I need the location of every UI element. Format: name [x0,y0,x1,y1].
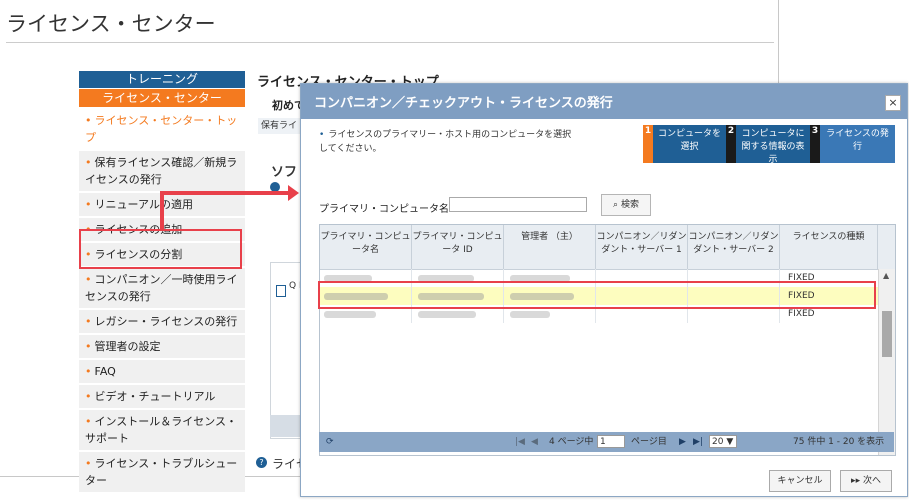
page-size-select[interactable]: 20 ▼ [709,435,737,448]
next-page-icon[interactable]: ▶ [679,435,686,449]
sidebar-item-companion[interactable]: • コンパニオン／一時使用ライセンスの発行 [79,268,245,308]
sidebar-item-label: コンパニオン／一時使用ライセンスの発行 [85,273,238,303]
next-button[interactable]: ▸▸ 次へ [840,470,892,492]
sidebar-item-label: ビデオ・チュートリアル [94,390,216,403]
step-label: ライセンスの発行 [826,129,889,152]
step-computer-info: 2 コンピュータに関する情報の表示 [726,125,810,165]
step-issue-license: 3 ライセンスの発行 [810,125,895,163]
page-title: ライセンス・センター [6,12,216,36]
close-icon[interactable]: × [885,95,901,111]
page-number-input[interactable]: 1 [597,435,625,448]
redacted-value [418,311,476,318]
wizard-steps: 1 コンピュータを選択 2 コンピュータに関する情報の表示 3 ライセンスの発行 [643,125,895,165]
bullet-icon: • [85,198,92,211]
pager-summary: 75 件中 1 - 20 を表示 [793,437,885,447]
scroll-up-icon[interactable]: ▲ [883,271,889,280]
sidebar-item-video[interactable]: • ビデオ・チュートリアル [79,385,245,408]
search-label: プライマリ・コンピュータ名 [319,204,449,215]
sidebar-item-admin[interactable]: • 管理者の設定 [79,335,245,358]
computer-grid: プライマリ・コンピュータ名 プライマリ・コンピュータ ID 管理者 （主） コン… [319,224,896,456]
sidebar-item-owned-licenses[interactable]: • 保有ライセンス確認／新規ライセンスの発行 [79,151,245,191]
step-label: コンピュータを選択 [657,129,721,152]
grid-vertical-scrollbar[interactable]: ▲ ▼ [878,269,895,455]
bullet-icon: • [85,315,92,328]
sidebar-item-top[interactable]: • ライセンス・センター・トップ [79,109,245,149]
help-icon[interactable]: ? [256,457,267,468]
sidebar-item-faq[interactable]: • FAQ [79,360,245,383]
scrollbar-thumb[interactable] [882,311,892,357]
prev-page-icon[interactable]: ◀ [531,435,538,449]
sidebar-nav: トレーニング ライセンス・センター • ライセンス・センター・トップ • 保有ライセ… [79,71,245,492]
instruction-label: ライセンスのプライマリー・ホスト用のコンピュータを選択してください。 [319,130,572,154]
sidebar-item-label: ライセンス・トラブルシューター [85,457,238,487]
bullet-icon: • [85,273,92,286]
bullet-icon: • [85,114,92,127]
column-header[interactable]: コンパニオン／リダンダント・サーバー 2 [688,225,780,269]
redacted-value [510,311,550,318]
step-number: 1 [643,125,653,163]
column-header[interactable]: ライセンスの種類 [780,225,878,269]
annotation-arrow-head [288,185,299,201]
sidebar-item-label: インストール＆ライセンス・サポート [85,415,238,445]
annotation-arrow-shaft [160,191,290,195]
instruction-text: • ライセンスのプライマリー・ホスト用のコンピュータを選択してください。 [319,128,579,156]
sidebar-header-license-center[interactable]: ライセンス・センター [79,89,245,107]
highlight-outline-selected-row [318,281,876,309]
annotation-arrow-stem [160,193,164,231]
sidebar-header-training[interactable]: トレーニング [79,71,245,88]
sidebar-item-label: FAQ [94,365,116,378]
step-number: 2 [726,125,736,163]
page-suffix: ページ目 [631,437,667,447]
last-page-icon[interactable]: ▶| [693,435,703,449]
sidebar-item-label: リニューアルの適用 [94,198,193,211]
divider [6,42,774,43]
grid-pager: ⟳ |◀ ◀ 4 ページ中 1 ページ目 ▶ ▶| 20 ▼ 75 件中 1 -… [319,432,894,452]
step-number: 3 [810,125,820,163]
highlight-outline-sidebar [79,229,242,269]
sidebar-item-label: レガシー・ライセンスの発行 [94,315,238,328]
cancel-button[interactable]: キャンセル [769,470,831,492]
page-prefix: 4 ページ中 [549,437,594,447]
bullet-icon: • [85,390,92,403]
bullet-icon: • [85,156,92,169]
sidebar-item-label: 保有ライセンス確認／新規ライセンスの発行 [85,156,238,186]
step-select-computer: 1 コンピュータを選択 [643,125,726,163]
column-header[interactable]: コンパニオン／リダンダント・サーバー 1 [596,225,688,269]
column-header[interactable]: プライマリ・コンピュータ名 [320,225,412,269]
dialog-header: コンパニオン／チェックアウト・ライセンスの発行 × [301,84,907,119]
grid-header: プライマリ・コンピュータ名 プライマリ・コンピュータ ID 管理者 （主） コン… [320,225,895,270]
bullet-icon: • [319,130,325,140]
row-checkbox[interactable] [276,285,286,297]
redacted-value [324,311,376,318]
sidebar-item-label: 管理者の設定 [94,340,161,353]
bullet-icon: • [85,457,92,470]
sidebar-item-install-support[interactable]: • インストール＆ライセンス・サポート [79,410,245,450]
dialog-title: コンパニオン／チェックアウト・ライセンスの発行 [314,96,613,111]
search-icon: ⌕ [613,200,621,210]
first-page-icon[interactable]: |◀ [515,435,525,449]
column-header[interactable]: プライマリ・コンピュータ ID [412,225,504,269]
sidebar-item-legacy[interactable]: • レガシー・ライセンスの発行 [79,310,245,333]
refresh-icon[interactable]: ⟳ [326,435,334,449]
step-label: コンピュータに関する情報の表示 [741,129,805,165]
sidebar-item-label: ライセンス・センター・トップ [85,114,238,144]
bullet-icon: • [85,415,92,428]
bullet-icon: • [85,340,92,353]
sidebar-item-troubleshooter[interactable]: • ライセンス・トラブルシューター [79,452,245,492]
primary-computer-search-input[interactable] [449,197,587,212]
column-header[interactable]: 管理者 （主） [504,225,596,269]
content-section-title: ソフ [271,165,298,180]
search-button[interactable]: ⌕ 検索 [601,194,651,216]
search-button-label: 検索 [620,200,639,210]
bullet-icon: • [85,365,92,378]
